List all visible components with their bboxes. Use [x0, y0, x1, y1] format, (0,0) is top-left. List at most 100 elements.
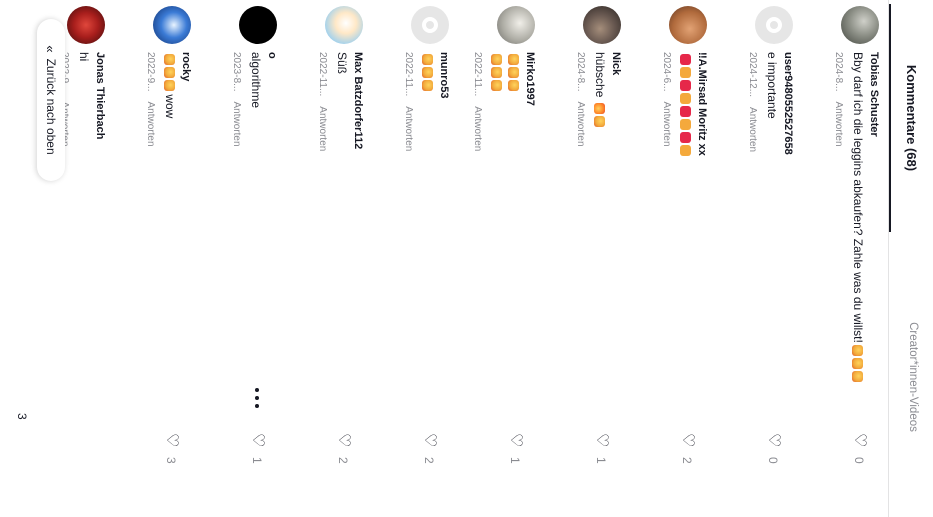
back-to-top-button[interactable]: « Zurück nach oben	[37, 19, 65, 181]
reply-button[interactable]: Antworten	[317, 106, 328, 151]
comment-meta: 2022-11... Antworten	[472, 52, 483, 422]
like-count: 2	[422, 457, 436, 464]
avatar[interactable]	[411, 6, 449, 44]
reply-button[interactable]: Antworten	[575, 101, 586, 146]
comment-username-text[interactable]: Nick	[610, 52, 622, 75]
emoji-icon	[851, 357, 863, 369]
comment-text: Bby darf ich die leggins abkaufen? Zahle…	[850, 52, 866, 422]
heart-outline-icon: ♡	[249, 433, 266, 448]
comment-username[interactable]: Max Batzdorfer112	[351, 52, 365, 422]
avatar[interactable]	[67, 6, 105, 44]
heart-emoji-icon	[679, 132, 691, 143]
avatar[interactable]	[583, 6, 621, 44]
like-button[interactable]: ♡ 1	[589, 425, 611, 495]
comment-username: Nick	[609, 52, 623, 422]
avatar[interactable]	[669, 6, 707, 44]
comment-meta: 2022-11... Antworten	[403, 52, 414, 422]
thumbs-up-emoji-icon	[679, 119, 691, 130]
comment-text	[506, 52, 522, 422]
avatar[interactable]	[239, 6, 277, 44]
comment-date: 2023-8...	[231, 52, 242, 92]
comment-text-content: hübsche	[593, 52, 607, 98]
comment-username[interactable]: o	[265, 52, 279, 422]
reply-button[interactable]: Antworten	[145, 101, 156, 146]
fire-emoji-icon	[593, 102, 605, 114]
comment-item: Tobias Schuster Bby darf ich die leggins…	[795, 0, 881, 517]
heart-outline-icon: ♡	[851, 433, 868, 448]
like-count: 3	[164, 457, 178, 464]
comment-username[interactable]: user9480552527658	[781, 52, 795, 422]
emoji-icon	[593, 115, 605, 127]
thumbs-up-emoji-icon	[679, 93, 691, 104]
emoji-icon	[163, 67, 175, 78]
like-count: 1	[250, 457, 264, 464]
like-button[interactable]: ♡ 0	[847, 425, 869, 495]
like-button[interactable]: ♡ 2	[675, 425, 697, 495]
reply-button[interactable]: Antworten	[403, 106, 414, 151]
comment-content: munro53 2022-11... Antworten	[403, 52, 451, 422]
comment-date: 2022-11...	[317, 52, 328, 97]
reply-button[interactable]: Antworten	[747, 107, 758, 152]
like-count: 2	[680, 457, 694, 464]
comment-text: Süß	[335, 52, 349, 75]
comment-meta: 2024-8... Antworten	[575, 52, 586, 422]
comment-username[interactable]: Mirko1997	[523, 52, 537, 422]
comment-item: o algorithme 2023-8...Antworten ♡ 1	[193, 0, 279, 517]
double-chevron-up-icon: «	[43, 45, 59, 53]
emoji-icon	[507, 54, 519, 65]
reply-button[interactable]: Antworten	[231, 101, 242, 146]
tab-comments[interactable]: Kommentare (68)	[889, 4, 919, 232]
reply-button[interactable]: Antworten	[661, 101, 672, 146]
like-count: 1	[508, 457, 522, 464]
emoji-icon	[163, 80, 175, 91]
like-button[interactable]: ♡ 0	[761, 425, 783, 495]
heart-outline-icon: ♡	[593, 433, 610, 448]
comment-username: ‼A.Mirsad Moritz xx	[695, 52, 709, 422]
avatar[interactable]	[841, 6, 879, 44]
comment-item: Mirko1997 2022-11... Antworten ♡ 1	[451, 0, 537, 517]
comment-username[interactable]: Tobias Schuster	[867, 52, 881, 422]
like-button[interactable]: ♡ 2	[331, 425, 353, 495]
comment-date: 2022-11...	[403, 52, 414, 97]
emoji-icon	[421, 67, 433, 78]
reply-button[interactable]: Antworten	[472, 106, 483, 151]
emoji-icon	[421, 80, 433, 91]
like-button[interactable]: ♡ 1	[503, 425, 525, 495]
comment-content: Tobias Schuster Bby darf ich die leggins…	[833, 52, 881, 422]
comment-username[interactable]: munro53	[437, 52, 451, 422]
heart-outline-icon: ♡	[163, 433, 180, 448]
like-button[interactable]: ♡ 1	[245, 425, 267, 495]
emoji-icon	[163, 54, 175, 65]
comment-text-content: Bby darf ich die leggins abkaufen? Zahle…	[851, 52, 865, 343]
like-count: 2	[336, 457, 350, 464]
avatar[interactable]	[325, 6, 363, 44]
comment-content: Max Batzdorfer112 Süß 2022-11... Antworte…	[317, 52, 365, 422]
avatar[interactable]	[755, 6, 793, 44]
comment-date: 2022-11...	[472, 52, 483, 97]
comment-text: wow	[162, 52, 178, 422]
emoji-icon	[507, 67, 519, 78]
reply-button[interactable]: Antworten	[833, 101, 844, 146]
comment-content: Nick hübsche 2024-8... Antworten	[575, 52, 623, 422]
avatar[interactable]	[497, 6, 535, 44]
comment-content: user9480552527658 e importante 2024-12..…	[747, 52, 795, 422]
like-count: 0	[766, 457, 780, 464]
comment-text: hübsche	[592, 52, 608, 422]
comment-username[interactable]: rocky	[179, 52, 193, 422]
like-count: 1	[594, 457, 608, 464]
comment-date: 2024-6...	[661, 52, 672, 92]
like-button[interactable]: ♡ 2	[417, 425, 439, 495]
comment-meta: 2024-8... Antworten	[833, 52, 844, 422]
thumbs-up-emoji-icon	[679, 145, 691, 156]
comment-meta: 2024-12... Antworten	[747, 52, 758, 422]
comment-text	[420, 52, 436, 422]
tab-creator-videos[interactable]: Creator*innen-Videos	[889, 238, 919, 516]
comment-content: ‼A.Mirsad Moritz xx 2024-6... Antworten	[661, 52, 709, 422]
comment-username[interactable]: Jonas Thierbach	[93, 52, 107, 422]
more-dots-icon[interactable]	[253, 388, 261, 410]
comment-username-text[interactable]: ‼A.Mirsad Moritz xx	[696, 52, 708, 156]
avatar[interactable]	[153, 6, 191, 44]
like-button[interactable]: ♡ 3	[159, 425, 181, 495]
comment-text	[678, 52, 694, 422]
comment-text: e importante	[765, 52, 779, 119]
